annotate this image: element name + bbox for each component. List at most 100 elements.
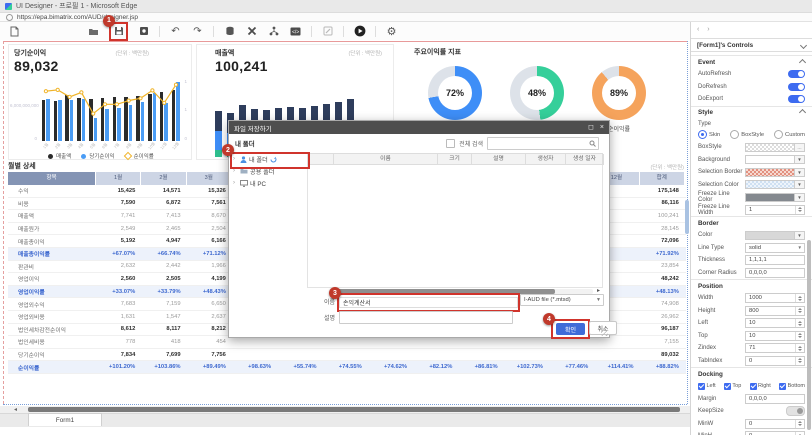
autorefresh-toggle[interactable] bbox=[788, 70, 805, 78]
x-axis-tick: 11월 bbox=[158, 140, 170, 153]
dock-bottom-checkbox[interactable]: Bottom bbox=[779, 383, 805, 390]
radio-skin[interactable]: Skin bbox=[698, 130, 720, 139]
new-file-icon[interactable] bbox=[8, 25, 21, 38]
section-header-event[interactable]: Event bbox=[691, 55, 812, 68]
height-input[interactable]: 800 bbox=[745, 306, 805, 316]
search-icon[interactable] bbox=[589, 140, 596, 147]
list-column-header[interactable]: 설명 bbox=[472, 154, 526, 165]
maximize-icon[interactable]: ◻ bbox=[588, 121, 594, 134]
controls-header[interactable]: [Form1]'s Controls bbox=[691, 38, 812, 52]
run-icon[interactable] bbox=[353, 25, 366, 38]
dock-right-checkbox[interactable]: Right bbox=[750, 383, 771, 390]
doexport-toggle[interactable] bbox=[788, 95, 805, 103]
data-source-icon[interactable] bbox=[223, 25, 236, 38]
section-header-style[interactable]: Style bbox=[691, 106, 812, 119]
background-swatch[interactable] bbox=[745, 155, 795, 164]
margin-input[interactable]: 0,0,0,0 bbox=[745, 394, 805, 404]
file-type-select[interactable]: I-AUD file (*.mtsd)▼ bbox=[520, 294, 604, 306]
dialog-resize-grip[interactable] bbox=[601, 329, 608, 336]
checkbox-checked[interactable] bbox=[750, 383, 757, 390]
keepsize-toggle[interactable] bbox=[786, 406, 805, 416]
dock-left-checkbox[interactable]: Left bbox=[698, 383, 716, 390]
dataset-icon[interactable]: </> bbox=[289, 25, 302, 38]
section-header-position[interactable]: Position bbox=[691, 279, 812, 292]
list-column-header[interactable]: 크기 bbox=[438, 154, 472, 165]
top-input[interactable]: 10 bbox=[745, 331, 805, 341]
tree-expander-icon[interactable]: › bbox=[233, 180, 238, 186]
open-folder-icon[interactable] bbox=[87, 25, 100, 38]
boxstyle-swatch[interactable] bbox=[745, 143, 795, 152]
more-button[interactable]: … bbox=[795, 143, 805, 152]
panel-collapse-icons[interactable]: ‹ › bbox=[697, 26, 713, 33]
settings-gear-icon[interactable]: ⚙ bbox=[385, 25, 398, 38]
width-input[interactable]: 1000 bbox=[745, 293, 805, 303]
tab-form1[interactable]: Form1 bbox=[28, 413, 102, 426]
search-input[interactable] bbox=[487, 137, 599, 150]
spinner-arrows[interactable] bbox=[795, 344, 804, 352]
radio-button[interactable] bbox=[774, 130, 783, 139]
hierarchy-icon[interactable] bbox=[267, 25, 280, 38]
color-swatch[interactable] bbox=[745, 231, 795, 240]
section-header-border[interactable]: Border bbox=[691, 216, 812, 229]
site-info-icon[interactable] bbox=[6, 14, 13, 21]
swatch-menu-button[interactable]: ▼ bbox=[795, 193, 805, 202]
radio-boxstyle[interactable]: BoxStyle bbox=[730, 130, 764, 139]
minh-input[interactable]: 0 bbox=[745, 431, 805, 435]
swatch-menu-button[interactable]: ▼ bbox=[795, 168, 805, 177]
redo-icon[interactable]: ↷ bbox=[191, 25, 204, 38]
dorefresh-toggle[interactable] bbox=[788, 83, 805, 91]
list-column-header[interactable]: 이름 bbox=[334, 154, 438, 165]
spinner-arrows[interactable] bbox=[795, 357, 804, 365]
undo-icon[interactable]: ↶ bbox=[169, 25, 182, 38]
tabindex-input[interactable]: 0 bbox=[745, 356, 805, 366]
minw-input[interactable]: 0 bbox=[745, 419, 805, 429]
tree-item-node[interactable]: ›내 PC bbox=[233, 177, 305, 189]
swatch-menu-button[interactable]: ▼ bbox=[795, 155, 805, 164]
close-icon[interactable]: × bbox=[600, 121, 604, 134]
spinner-arrows[interactable] bbox=[795, 206, 804, 214]
edit-icon[interactable] bbox=[321, 25, 334, 38]
spinner-arrows[interactable] bbox=[795, 294, 804, 302]
tools-icon[interactable] bbox=[245, 25, 258, 38]
radio-button[interactable] bbox=[730, 130, 739, 139]
list-column-header[interactable]: 생성 일자 bbox=[566, 154, 604, 165]
checkbox-checked[interactable] bbox=[724, 383, 731, 390]
thickness-input[interactable]: 1,1,1,1 bbox=[745, 255, 805, 265]
freeze-line-width-input[interactable]: 1 bbox=[745, 205, 805, 215]
description-input[interactable] bbox=[339, 311, 513, 324]
spinner-arrows[interactable] bbox=[795, 319, 804, 327]
save-as-icon[interactable] bbox=[137, 25, 150, 38]
radio-custom[interactable]: Custom bbox=[774, 130, 805, 139]
line-type-select[interactable]: solid▼ bbox=[745, 243, 805, 253]
spinner-arrows[interactable] bbox=[795, 420, 804, 428]
swatch-menu-button[interactable]: ▼ bbox=[795, 231, 805, 240]
list-column-header[interactable]: 생성자 bbox=[526, 154, 566, 165]
canvas-hscroll-thumb[interactable] bbox=[28, 407, 680, 412]
freeze-line-color-swatch[interactable] bbox=[745, 193, 795, 202]
hscroll-right-arrow-icon[interactable]: ▸ bbox=[597, 287, 600, 294]
section-header-docking[interactable]: Docking bbox=[691, 367, 812, 380]
checkbox-checked[interactable] bbox=[698, 383, 705, 390]
selection-border-swatch[interactable] bbox=[745, 168, 795, 177]
selection-color-swatch[interactable] bbox=[745, 180, 795, 189]
scroll-left-arrow-icon[interactable]: ◂ bbox=[14, 406, 17, 413]
spinner-arrows[interactable] bbox=[795, 332, 804, 340]
zindex-input[interactable]: 71 bbox=[745, 343, 805, 353]
list-column-header[interactable] bbox=[308, 154, 334, 165]
radio-button[interactable] bbox=[698, 130, 707, 139]
spinner-arrows[interactable] bbox=[795, 307, 804, 315]
file-name-input[interactable]: 손익계산서 bbox=[339, 297, 518, 308]
page-url[interactable]: https://epa.bimatrix.com/AUD/designer.js… bbox=[17, 14, 138, 21]
ok-button[interactable]: 확인 bbox=[556, 323, 585, 335]
search-all-checkbox[interactable] bbox=[446, 139, 455, 148]
canvas-vertical-scrollbar[interactable] bbox=[685, 200, 689, 234]
file-list-body[interactable] bbox=[307, 165, 603, 288]
corner-radius-input[interactable]: 0,0,0,0 bbox=[745, 268, 805, 278]
checkbox-checked[interactable] bbox=[779, 383, 786, 390]
panel-scrollbar-thumb[interactable] bbox=[807, 240, 811, 430]
dock-top-checkbox[interactable]: Top bbox=[724, 383, 741, 390]
left-input[interactable]: 10 bbox=[745, 318, 805, 328]
swatch-menu-button[interactable]: ▼ bbox=[795, 180, 805, 189]
save-icon[interactable] bbox=[112, 25, 125, 38]
dialog-titlebar[interactable]: 파일 저장하기 ◻ × bbox=[229, 121, 609, 134]
